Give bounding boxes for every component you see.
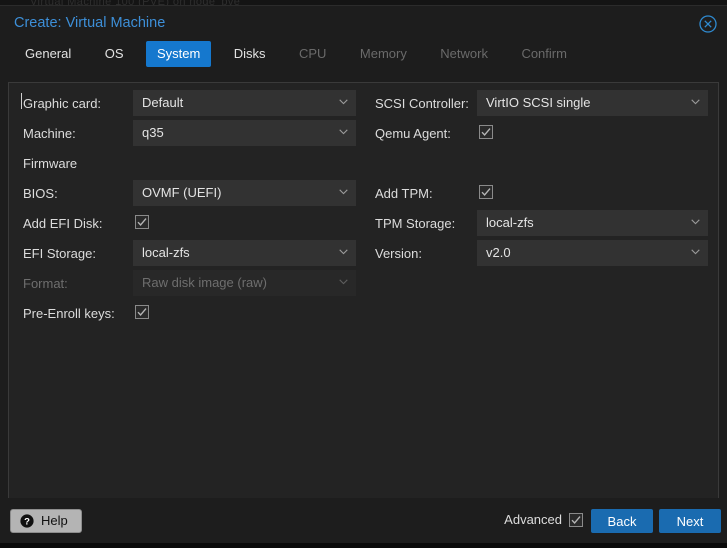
help-button-label: Help [41,513,68,528]
chevron-down-icon [691,219,700,225]
chevron-down-icon [339,129,348,135]
machine-select[interactable]: q35 [133,120,356,146]
tab-system[interactable]: System [145,41,212,67]
bios-select[interactable]: OVMF (UEFI) [133,180,356,206]
efi-storage-value: local-zfs [142,245,190,260]
field-row-graphic-card: Graphic card: Default [15,89,363,118]
machine-label: Machine: [23,126,76,141]
create-vm-dialog: Create: Virtual Machine General OS Syste… [0,5,727,543]
efi-storage-label: EFI Storage: [23,246,96,261]
section-heading-firmware: Firmware [15,149,363,178]
help-button[interactable]: ? Help [10,509,82,533]
version-select[interactable]: v2.0 [477,240,708,266]
field-row-version: Version: v2.0 [367,239,715,268]
add-tpm-label: Add TPM: [375,186,433,201]
text-cursor [21,93,22,109]
chevron-down-icon [339,99,348,105]
chevron-down-icon [691,249,700,255]
screen: Virtual Machine 100 (PVE) on node 'pve' … [0,0,727,548]
machine-value: q35 [142,125,164,140]
tab-disks[interactable]: Disks [223,41,277,67]
svg-text:?: ? [24,516,30,527]
field-row-efi-storage: EFI Storage: local-zfs [15,239,363,268]
system-tab-panel: Graphic card: Default Machine: q35 Firmw… [8,82,719,506]
version-label: Version: [375,246,422,261]
advanced-label: Advanced [504,512,562,527]
tpm-storage-select[interactable]: local-zfs [477,210,708,236]
form-column-left: Graphic card: Default Machine: q35 Firmw… [15,89,363,329]
tab-network: Network [440,46,488,61]
version-value: v2.0 [486,245,511,260]
qemu-agent-label: Qemu Agent: [375,126,451,141]
tab-os[interactable]: OS [94,41,135,67]
question-mark-circle-icon: ? [20,514,34,528]
graphic-card-label: Graphic card: [23,96,102,111]
graphic-card-value: Default [142,95,184,110]
format-value: Raw disk image (raw) [142,275,267,290]
scsi-controller-value: VirtIO SCSI single [486,95,591,110]
add-efi-disk-checkbox[interactable] [135,215,149,229]
scsi-controller-label: SCSI Controller: [375,96,469,111]
chevron-down-icon [691,99,700,105]
tpm-storage-value: local-zfs [486,215,534,230]
scsi-controller-select[interactable]: VirtIO SCSI single [477,90,708,116]
pre-enroll-keys-label: Pre-Enroll keys: [23,306,115,321]
field-row-format: Format: Raw disk image (raw) [15,269,363,298]
field-row-tpm-storage: TPM Storage: local-zfs [367,209,715,238]
bios-value: OVMF (UEFI) [142,185,222,200]
firmware-heading-label: Firmware [23,156,78,171]
close-icon[interactable] [699,15,717,33]
chevron-down-icon [339,189,348,195]
add-efi-disk-label: Add EFI Disk: [23,216,103,231]
format-select: Raw disk image (raw) [133,270,356,296]
chevron-down-icon [339,279,348,285]
format-label: Format: [23,276,68,291]
form-column-right: SCSI Controller: VirtIO SCSI single Qemu… [367,89,715,269]
field-row-machine: Machine: q35 [15,119,363,148]
efi-storage-select[interactable]: local-zfs [133,240,356,266]
back-button[interactable]: Back [591,509,653,533]
field-row-add-efi-disk: Add EFI Disk: [15,209,363,238]
dialog-title: Create: Virtual Machine [14,15,166,31]
field-row-qemu-agent: Qemu Agent: [367,119,715,148]
next-button[interactable]: Next [659,509,721,533]
tpm-storage-label: TPM Storage: [375,216,456,231]
tab-cpu: CPU [298,46,327,61]
tab-general[interactable]: General [14,41,82,67]
tab-memory: Memory [359,46,407,61]
field-row-scsi-controller: SCSI Controller: VirtIO SCSI single [367,89,715,118]
advanced-checkbox[interactable] [569,513,583,527]
tab-confirm: Confirm [521,46,567,61]
field-row-add-tpm: Add TPM: [367,179,715,208]
qemu-agent-checkbox[interactable] [479,125,493,139]
bios-label: BIOS: [23,186,58,201]
field-row-pre-enroll-keys: Pre-Enroll keys: [15,299,363,328]
advanced-toggle[interactable]: Advanced [504,513,583,527]
dialog-tabbar: General OS System Disks CPU Memory Netwo… [0,41,727,74]
dialog-titlebar: Create: Virtual Machine [0,6,727,41]
pre-enroll-keys-checkbox[interactable] [135,305,149,319]
field-row-bios: BIOS: OVMF (UEFI) [15,179,363,208]
add-tpm-checkbox[interactable] [479,185,493,199]
chevron-down-icon [339,249,348,255]
right-column-spacer [367,149,715,178]
dialog-footer: ? Help Advanced Back Next [0,498,727,543]
graphic-card-select[interactable]: Default [133,90,356,116]
